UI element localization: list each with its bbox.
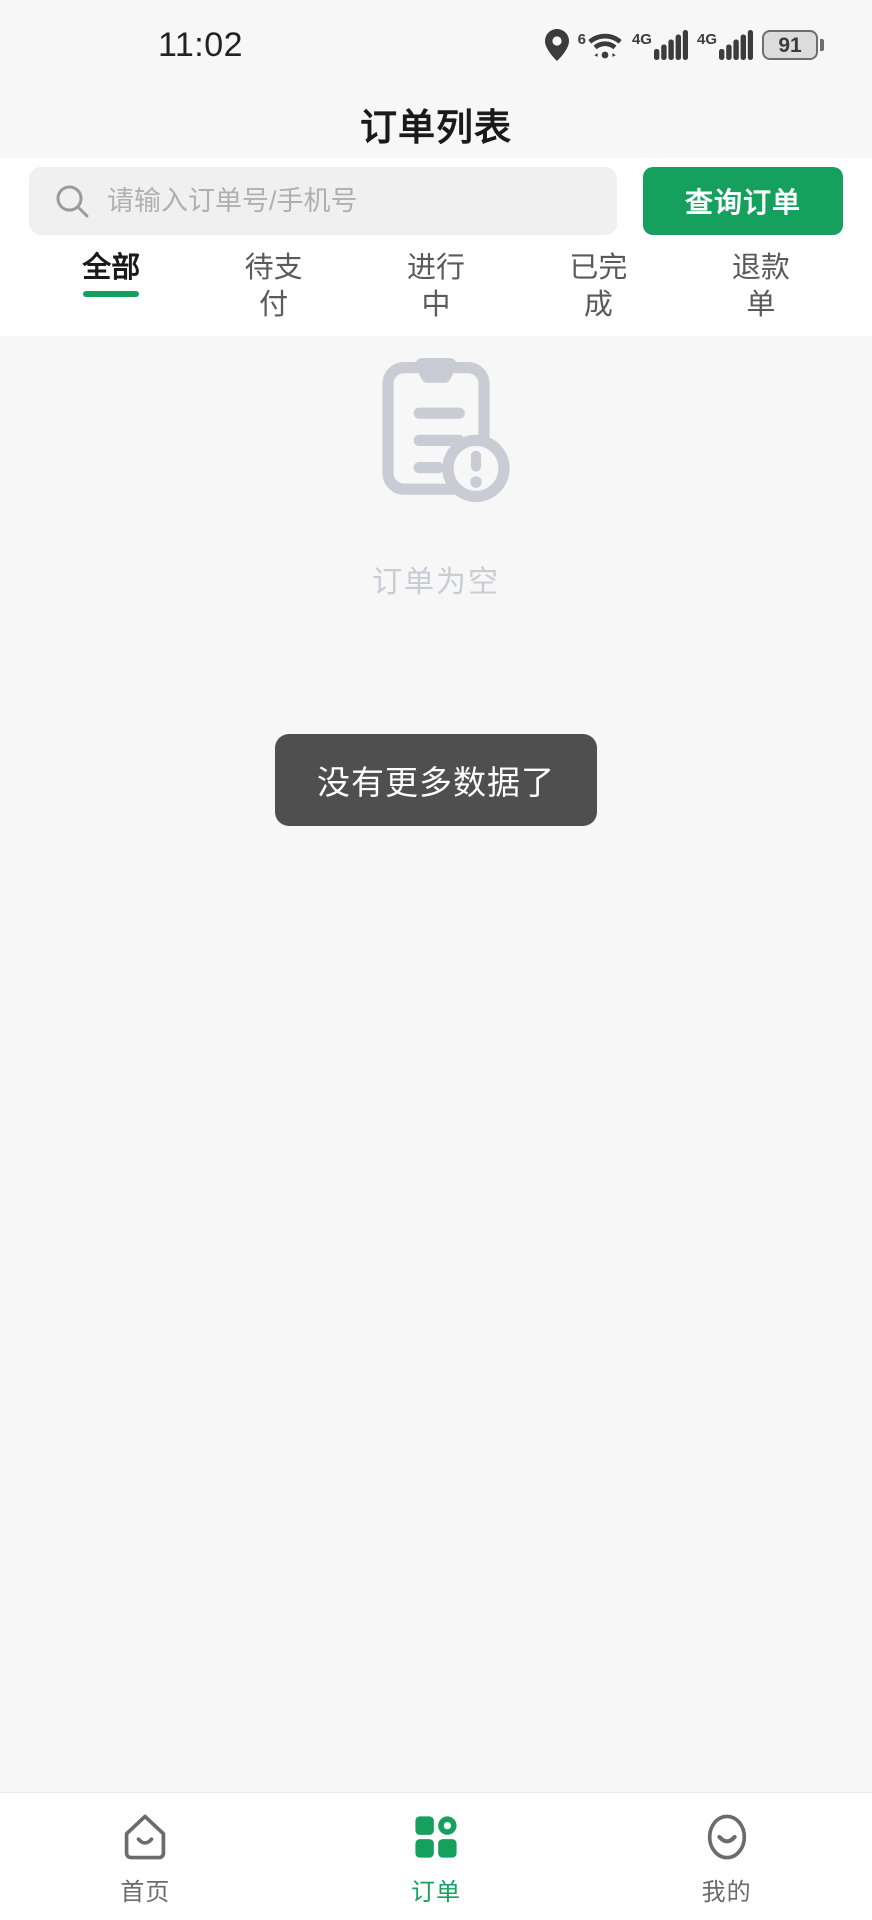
- tab-all-label: 全部: [82, 252, 141, 284]
- battery-level-label: 91: [778, 33, 802, 57]
- wifi-icon: 6: [578, 30, 623, 60]
- order-list-content: 订单为空 没有更多数据了: [0, 336, 872, 1792]
- home-icon: [119, 1811, 171, 1863]
- search-box[interactable]: [29, 167, 617, 235]
- tab-completed-label: 已完成: [569, 252, 628, 322]
- tab-refund-label: 退款单: [731, 252, 790, 322]
- sim2-signal-icon: 4G: [697, 30, 753, 60]
- nav-item-orders-label: 订单: [411, 1879, 461, 1906]
- app-screen: 11:02 6 4G 4G 91 订单列表 请输入订单号/手机号 查询订单 全部…: [0, 0, 872, 1920]
- status-bar: 11:02 6 4G 4G 91: [0, 0, 872, 90]
- tab-active-indicator: [83, 291, 140, 298]
- profile-smile-icon: [701, 1811, 753, 1863]
- tab-in-progress-label: 进行中: [407, 252, 466, 322]
- battery-icon: 91: [762, 30, 824, 60]
- search-row: 查询订单: [0, 158, 872, 244]
- nav-item-home[interactable]: 首页: [0, 1811, 291, 1907]
- status-icons: 6 4G 4G 91: [544, 29, 824, 61]
- nav-item-home-label: 首页: [120, 1879, 171, 1906]
- wifi-generation-label: 6: [577, 31, 586, 48]
- tab-pending-payment[interactable]: 待支付: [192, 250, 354, 334]
- tab-refund[interactable]: 退款单: [680, 250, 842, 334]
- tab-pending-payment-label: 待支付: [244, 252, 303, 322]
- sim2-network-label: 4G: [696, 31, 717, 48]
- tab-indicator: [733, 328, 789, 334]
- toast-message: 没有更多数据了: [275, 734, 597, 826]
- status-time: 11:02: [158, 25, 244, 64]
- tab-all[interactable]: 全部: [30, 250, 192, 298]
- bottom-navigation: 首页 订单 我的: [0, 1792, 872, 1920]
- search-input[interactable]: [107, 185, 591, 217]
- empty-state: 订单为空: [0, 350, 872, 601]
- tab-indicator: [408, 328, 464, 334]
- nav-item-orders[interactable]: 订单: [291, 1811, 582, 1907]
- clipboard-alert-icon: [356, 350, 516, 515]
- empty-state-text: 订单为空: [372, 566, 500, 599]
- page-title: 订单列表: [360, 107, 512, 148]
- tab-indicator: [570, 328, 626, 334]
- location-pin-icon: [544, 29, 569, 61]
- sim1-network-label: 4G: [631, 31, 652, 48]
- tab-completed[interactable]: 已完成: [517, 250, 679, 334]
- grid-orders-icon: [410, 1811, 462, 1863]
- nav-item-profile[interactable]: 我的: [581, 1811, 872, 1907]
- tab-in-progress[interactable]: 进行中: [355, 250, 517, 334]
- title-bar: 订单列表: [0, 90, 872, 158]
- order-status-tabs: 全部 待支付 进行中 已完成 退款单: [0, 244, 872, 336]
- nav-item-profile-label: 我的: [701, 1879, 752, 1906]
- tab-indicator: [246, 328, 302, 334]
- search-icon: [55, 184, 89, 218]
- battery-cap: [820, 39, 824, 51]
- query-order-button[interactable]: 查询订单: [643, 167, 843, 235]
- sim1-signal-icon: 4G: [632, 30, 688, 60]
